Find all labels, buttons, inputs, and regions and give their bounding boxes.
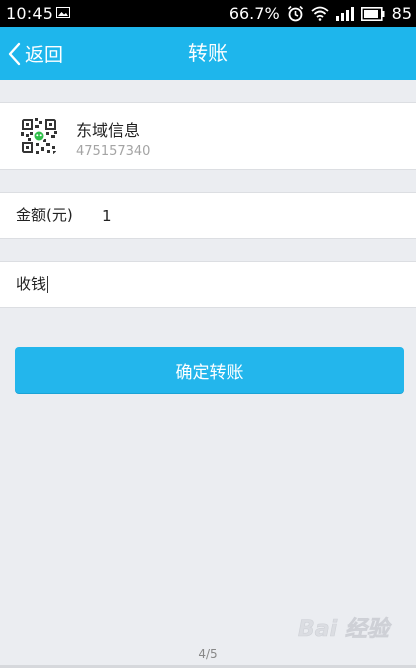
- recipient-account: 475157340: [76, 144, 151, 159]
- battery-icon: [360, 6, 385, 21]
- page-indicator: 4/5: [198, 647, 218, 661]
- recipient-name: 东域信息: [76, 121, 141, 140]
- status-bar: 10:45 66.7% 85: [0, 0, 416, 27]
- alarm-icon: [287, 5, 303, 22]
- signal-icon: [335, 6, 354, 21]
- text-cursor: [47, 276, 49, 293]
- amount-label: 金额(元): [16, 206, 73, 224]
- back-button[interactable]: 返回: [8, 27, 63, 80]
- note-input[interactable]: 收钱: [16, 262, 396, 307]
- image-icon: [56, 7, 70, 18]
- amount-row: 金额(元): [0, 192, 416, 239]
- battery-percent: 66.7%: [228, 4, 280, 23]
- confirm-transfer-button[interactable]: 确定转账: [15, 347, 404, 393]
- title-bar: 返回 转账: [0, 27, 416, 80]
- wifi-icon: [311, 6, 329, 21]
- qr-code-icon: [16, 113, 62, 159]
- watermark-text: Bai 经验: [298, 616, 392, 642]
- recipient-card: 东域信息 475157340: [0, 102, 416, 170]
- avatar: [16, 113, 62, 159]
- baidu-watermark-logo: Bai 经验: [298, 616, 392, 643]
- amount-input[interactable]: [102, 193, 392, 238]
- note-text: 收钱: [16, 275, 47, 293]
- status-extra: 85: [391, 4, 412, 23]
- note-row: 收钱: [0, 261, 416, 308]
- chevron-left-icon: [8, 42, 21, 65]
- status-right: 66.7% 85: [229, 4, 412, 23]
- back-label: 返回: [25, 44, 64, 66]
- status-time: 10:45: [6, 4, 54, 23]
